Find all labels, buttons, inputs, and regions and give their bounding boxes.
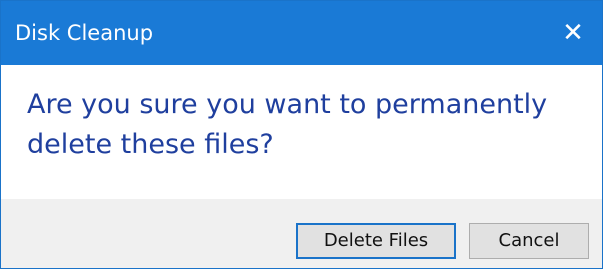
- window-title: Disk Cleanup: [15, 21, 154, 45]
- delete-files-button[interactable]: Delete Files: [296, 223, 456, 259]
- disk-cleanup-dialog: Disk Cleanup ✕ Are you sure you want to …: [0, 0, 603, 269]
- dialog-footer: Delete Files Cancel: [1, 199, 602, 268]
- confirmation-message: Are you sure you want to permanently del…: [27, 89, 548, 160]
- cancel-button[interactable]: Cancel: [469, 223, 589, 259]
- dialog-content: Are you sure you want to permanently del…: [1, 65, 602, 199]
- title-bar[interactable]: Disk Cleanup ✕: [1, 1, 602, 65]
- close-icon[interactable]: ✕: [544, 1, 602, 65]
